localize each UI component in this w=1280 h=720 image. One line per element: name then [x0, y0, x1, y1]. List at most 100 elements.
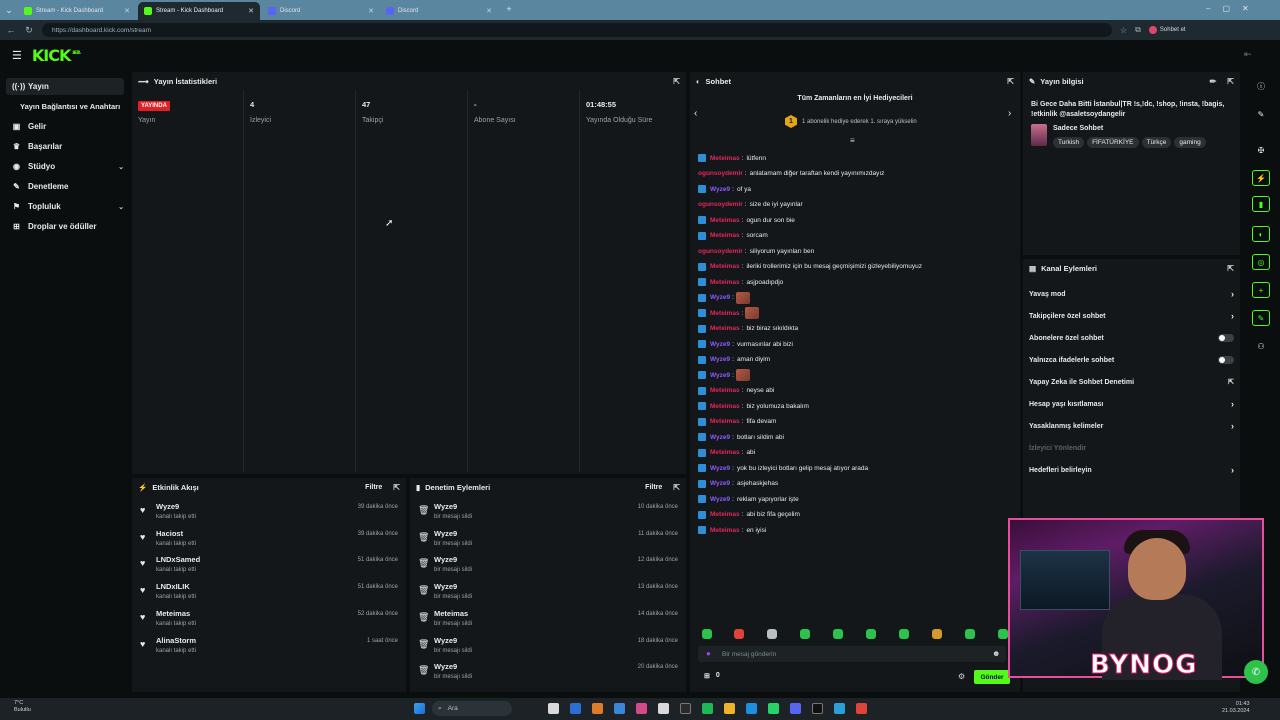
row-name[interactable]: LNDxSamed: [156, 555, 200, 564]
app-icon[interactable]: [680, 703, 691, 714]
channel-action-row[interactable]: Yalnızca ifadelerle sohbet: [1029, 353, 1234, 367]
toggle-switch[interactable]: [1218, 334, 1234, 342]
send-button[interactable]: Gönder: [974, 670, 1010, 684]
emoji-icon[interactable]: ☻: [992, 649, 1000, 658]
sidebar-item-stream-key[interactable]: Yayın Bağlantısı ve Anahtarı: [6, 98, 124, 115]
filter-button[interactable]: Filtre: [645, 484, 662, 491]
whatsapp-icon[interactable]: [768, 703, 779, 714]
chat-username[interactable]: Wyze9: [710, 465, 730, 472]
chat-username[interactable]: ogunsoydemir: [698, 201, 743, 208]
chat-username[interactable]: Meteimas: [710, 449, 740, 456]
star-icon[interactable]: ☆: [1120, 26, 1127, 35]
crosshair-icon[interactable]: ✠: [1252, 142, 1270, 158]
extensions-icon[interactable]: ⧉: [1135, 25, 1141, 35]
chat-username[interactable]: Meteimas: [710, 217, 740, 224]
chat-bubble-icon[interactable]: ◐: [1252, 226, 1270, 242]
profile-button[interactable]: Sohbet et: [1148, 26, 1186, 34]
close-tab-icon[interactable]: ✕: [124, 7, 130, 15]
app-icon[interactable]: [658, 703, 669, 714]
app-icon[interactable]: [592, 703, 603, 714]
telegram-icon[interactable]: [834, 703, 845, 714]
chat-username[interactable]: Meteimas: [710, 232, 740, 239]
channel-action-row[interactable]: Yavaş mod ›: [1029, 287, 1234, 301]
popout-icon[interactable]: ⇱: [1007, 77, 1014, 86]
new-tab-icon[interactable]: +: [504, 4, 514, 14]
settings-icon[interactable]: ⚙: [958, 672, 965, 681]
close-tab-icon[interactable]: ✕: [248, 7, 254, 15]
points-counter[interactable]: ⊞ 0: [704, 672, 720, 680]
popout-icon[interactable]: ⇱: [393, 483, 400, 492]
plus-icon[interactable]: +: [1252, 282, 1270, 298]
popout-icon[interactable]: ⇱: [1227, 77, 1234, 86]
support-chat-button[interactable]: ✆: [1244, 660, 1268, 684]
chat-username[interactable]: Meteimas: [710, 403, 740, 410]
chat-username[interactable]: Wyze9: [710, 294, 730, 301]
chat-username[interactable]: Wyze9: [710, 434, 730, 441]
browser-tab-2[interactable]: Stream - Kick Dashboard ✕: [138, 2, 260, 20]
row-name[interactable]: Wyze9: [434, 555, 472, 564]
row-name[interactable]: Meteimas: [434, 609, 472, 618]
row-name[interactable]: Wyze9: [434, 502, 472, 511]
channel-action-row[interactable]: Hesap yaşı kısıtlaması ›: [1029, 397, 1234, 411]
chat-username[interactable]: Wyze9: [710, 356, 730, 363]
emote-icon[interactable]: [800, 629, 810, 639]
emote-icon[interactable]: [866, 629, 876, 639]
emote-icon[interactable]: [734, 629, 744, 639]
sidebar-item-topluluk[interactable]: ⚑ Topluluk ⌄: [6, 198, 124, 215]
chat-username[interactable]: ogunsoydemir: [698, 248, 743, 255]
emote-icon[interactable]: [899, 629, 909, 639]
shield-icon[interactable]: ▮: [1252, 196, 1270, 212]
chat-username[interactable]: Meteimas: [710, 310, 740, 317]
row-name[interactable]: Meteimas: [156, 609, 196, 618]
next-arrow-icon[interactable]: ›: [1008, 108, 1011, 119]
collapse-icon[interactable]: ⇤: [1244, 49, 1252, 60]
toggle-switch[interactable]: [1218, 356, 1234, 364]
channel-action-row[interactable]: Yasaklanmış kelimeler ›: [1029, 419, 1234, 433]
sidebar-item-denetleme[interactable]: ✎ Denetleme: [6, 178, 124, 195]
channel-action-row[interactable]: Takipçilere özel sohbet ›: [1029, 309, 1234, 323]
prev-arrow-icon[interactable]: ‹: [694, 108, 697, 119]
chat-username[interactable]: Wyze9: [710, 372, 730, 379]
browser-tab-1[interactable]: Stream - Kick Dashboard ✕: [18, 2, 136, 20]
chat-username[interactable]: Wyze9: [710, 186, 730, 193]
channel-action-row[interactable]: Yapay Zeka ile Sohbet Denetimi ⇱: [1029, 375, 1234, 389]
popout-icon[interactable]: ⇱: [673, 77, 680, 86]
edge-icon[interactable]: [746, 703, 757, 714]
discord-icon[interactable]: [790, 703, 801, 714]
lightning-icon[interactable]: ⚡: [1252, 170, 1270, 186]
browser-tab-3[interactable]: Discord ✕: [262, 2, 380, 20]
emote-icon[interactable]: [702, 629, 712, 639]
tiktok-icon[interactable]: [812, 703, 823, 714]
broadcast-icon[interactable]: ◎: [1252, 254, 1270, 270]
row-name[interactable]: Haciost: [156, 529, 196, 538]
emote-icon[interactable]: [767, 629, 777, 639]
popout-icon[interactable]: ⇱: [1227, 264, 1234, 273]
taskbar-search[interactable]: ⌕ Ara: [432, 701, 512, 716]
sidebar-item-basarilar[interactable]: ♛ Başarılar: [6, 138, 124, 155]
emote-icon[interactable]: [998, 629, 1008, 639]
chat-username[interactable]: Meteimas: [710, 418, 740, 425]
chat-username[interactable]: Meteimas: [710, 387, 740, 394]
filter-button[interactable]: Filtre: [365, 484, 382, 491]
row-name[interactable]: Wyze9: [434, 582, 472, 591]
app-icon[interactable]: [570, 703, 581, 714]
taskbar-clock[interactable]: 01:43 21.03.2024: [1222, 701, 1250, 715]
browser-tab-4[interactable]: Discord ✕: [380, 2, 498, 20]
pen-icon[interactable]: ✎: [1252, 106, 1270, 122]
sidebar-item-studyo[interactable]: ◉ Stüdyo ⌄: [6, 158, 124, 175]
menu-icon[interactable]: ☰: [12, 49, 22, 62]
sidebar-item-droplar[interactable]: ⊞ Droplar ve ödüller: [6, 218, 124, 235]
emote-icon[interactable]: [965, 629, 975, 639]
chat-username[interactable]: ogunsoydemir: [698, 170, 743, 177]
chat-username[interactable]: Meteimas: [710, 263, 740, 270]
app-icon[interactable]: [856, 703, 867, 714]
chat-username[interactable]: Wyze9: [710, 496, 730, 503]
pin-icon[interactable]: ≡: [850, 136, 855, 145]
windows-start-icon[interactable]: [414, 703, 425, 714]
wrench-icon[interactable]: ✎: [1252, 310, 1270, 326]
refresh-icon[interactable]: ↻: [24, 25, 34, 36]
row-name[interactable]: Wyze9: [434, 529, 472, 538]
task-view-icon[interactable]: [548, 703, 559, 714]
row-name[interactable]: Wyze9: [434, 636, 472, 645]
app-icon[interactable]: [614, 703, 625, 714]
